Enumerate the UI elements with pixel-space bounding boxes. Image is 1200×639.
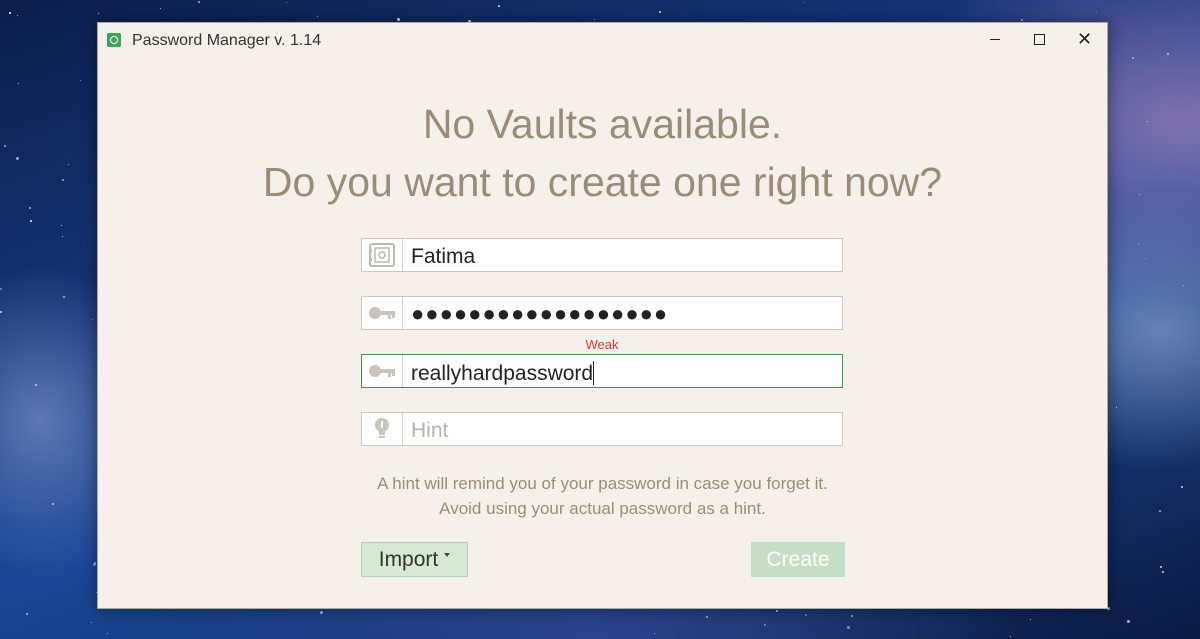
import-button[interactable]: Import [361, 542, 468, 577]
star [62, 235, 64, 237]
minimize-button[interactable] [972, 23, 1017, 55]
star [659, 10, 662, 13]
page-subtitle: Do you want to create one right now? [262, 159, 943, 205]
star [9, 11, 12, 14]
star [98, 13, 100, 15]
star [396, 17, 400, 21]
star [17, 83, 19, 85]
window-title: Password Manager v. 1.14 [132, 32, 322, 49]
star [1139, 193, 1141, 195]
app-window: Password Manager v. 1.14 ✕ No Vaults ava… [97, 22, 1108, 609]
star [850, 614, 853, 617]
star [320, 611, 324, 615]
star [160, 8, 162, 10]
key-icon [362, 297, 403, 329]
star [1137, 244, 1139, 246]
star [1161, 570, 1164, 573]
confirm-password-value-wrap: reallyhardpassword [411, 361, 595, 386]
hint-help-text-line1: A hint will remind you of your password … [377, 474, 828, 493]
vault-icon [362, 239, 403, 271]
maximize-icon [1034, 33, 1045, 45]
close-button[interactable]: ✕ [1062, 23, 1107, 55]
star [654, 632, 656, 634]
text-caret [593, 361, 595, 385]
app-logo-icon [107, 33, 121, 47]
star [776, 610, 779, 613]
star [91, 318, 93, 320]
star [17, 14, 18, 16]
star [51, 503, 54, 506]
star [25, 613, 28, 616]
star [286, 2, 288, 4]
vault-name-value: Fatima [411, 245, 476, 268]
chevron-down-icon [444, 552, 451, 557]
star [497, 5, 500, 8]
star [1166, 53, 1169, 55]
star [1160, 566, 1163, 569]
star [90, 621, 92, 623]
star [61, 224, 63, 226]
star [92, 563, 96, 566]
star [593, 18, 595, 20]
create-button[interactable]: Create [751, 542, 845, 577]
star [846, 625, 850, 629]
star [1009, 635, 1011, 637]
star [1096, 12, 1098, 14]
star [764, 624, 767, 627]
star [63, 295, 66, 298]
password-strength-label: Weak [585, 337, 619, 352]
maximize-button[interactable] [1017, 23, 1062, 55]
page-title: No Vaults available. [422, 101, 783, 147]
close-icon: ✕ [1076, 29, 1093, 49]
star [16, 156, 20, 160]
star [0, 287, 3, 290]
hint-field[interactable]: Hint [361, 412, 843, 446]
confirm-password-field[interactable]: reallyhardpassword [361, 354, 843, 388]
star [802, 1, 804, 3]
star [29, 219, 32, 222]
star [4, 145, 7, 148]
star [79, 79, 81, 81]
star [1181, 485, 1184, 488]
star [1116, 407, 1118, 409]
star [1131, 57, 1134, 60]
star [1146, 120, 1148, 122]
star [1021, 18, 1024, 21]
star [28, 206, 31, 209]
hint-help-text-line2: Avoid using your actual password as a hi… [439, 499, 766, 518]
star [1182, 284, 1184, 286]
vault-name-field[interactable]: Fatima [361, 238, 843, 272]
key-icon [362, 355, 403, 387]
create-button-label: Create [766, 547, 830, 571]
star [705, 616, 708, 619]
star [1030, 618, 1032, 620]
confirm-password-value: reallyhardpassword [411, 362, 594, 385]
password-field[interactable]: ●●●●●●●●●●●●●●●●●● [361, 296, 843, 330]
password-value: ●●●●●●●●●●●●●●●●●● [411, 301, 669, 326]
star [1159, 510, 1162, 513]
star [804, 613, 807, 616]
star [1144, 257, 1146, 259]
star [68, 164, 70, 166]
title-bar[interactable]: Password Manager v. 1.14 ✕ [98, 23, 1107, 57]
star [62, 178, 65, 181]
star [197, 0, 200, 3]
lightbulb-icon [362, 413, 403, 445]
import-button-label: Import [378, 547, 439, 571]
minimize-icon [989, 38, 1000, 40]
star [0, 311, 3, 314]
star [317, 15, 319, 17]
star [35, 383, 38, 386]
star [107, 632, 109, 634]
hint-placeholder: Hint [411, 419, 449, 442]
star [1126, 619, 1130, 623]
